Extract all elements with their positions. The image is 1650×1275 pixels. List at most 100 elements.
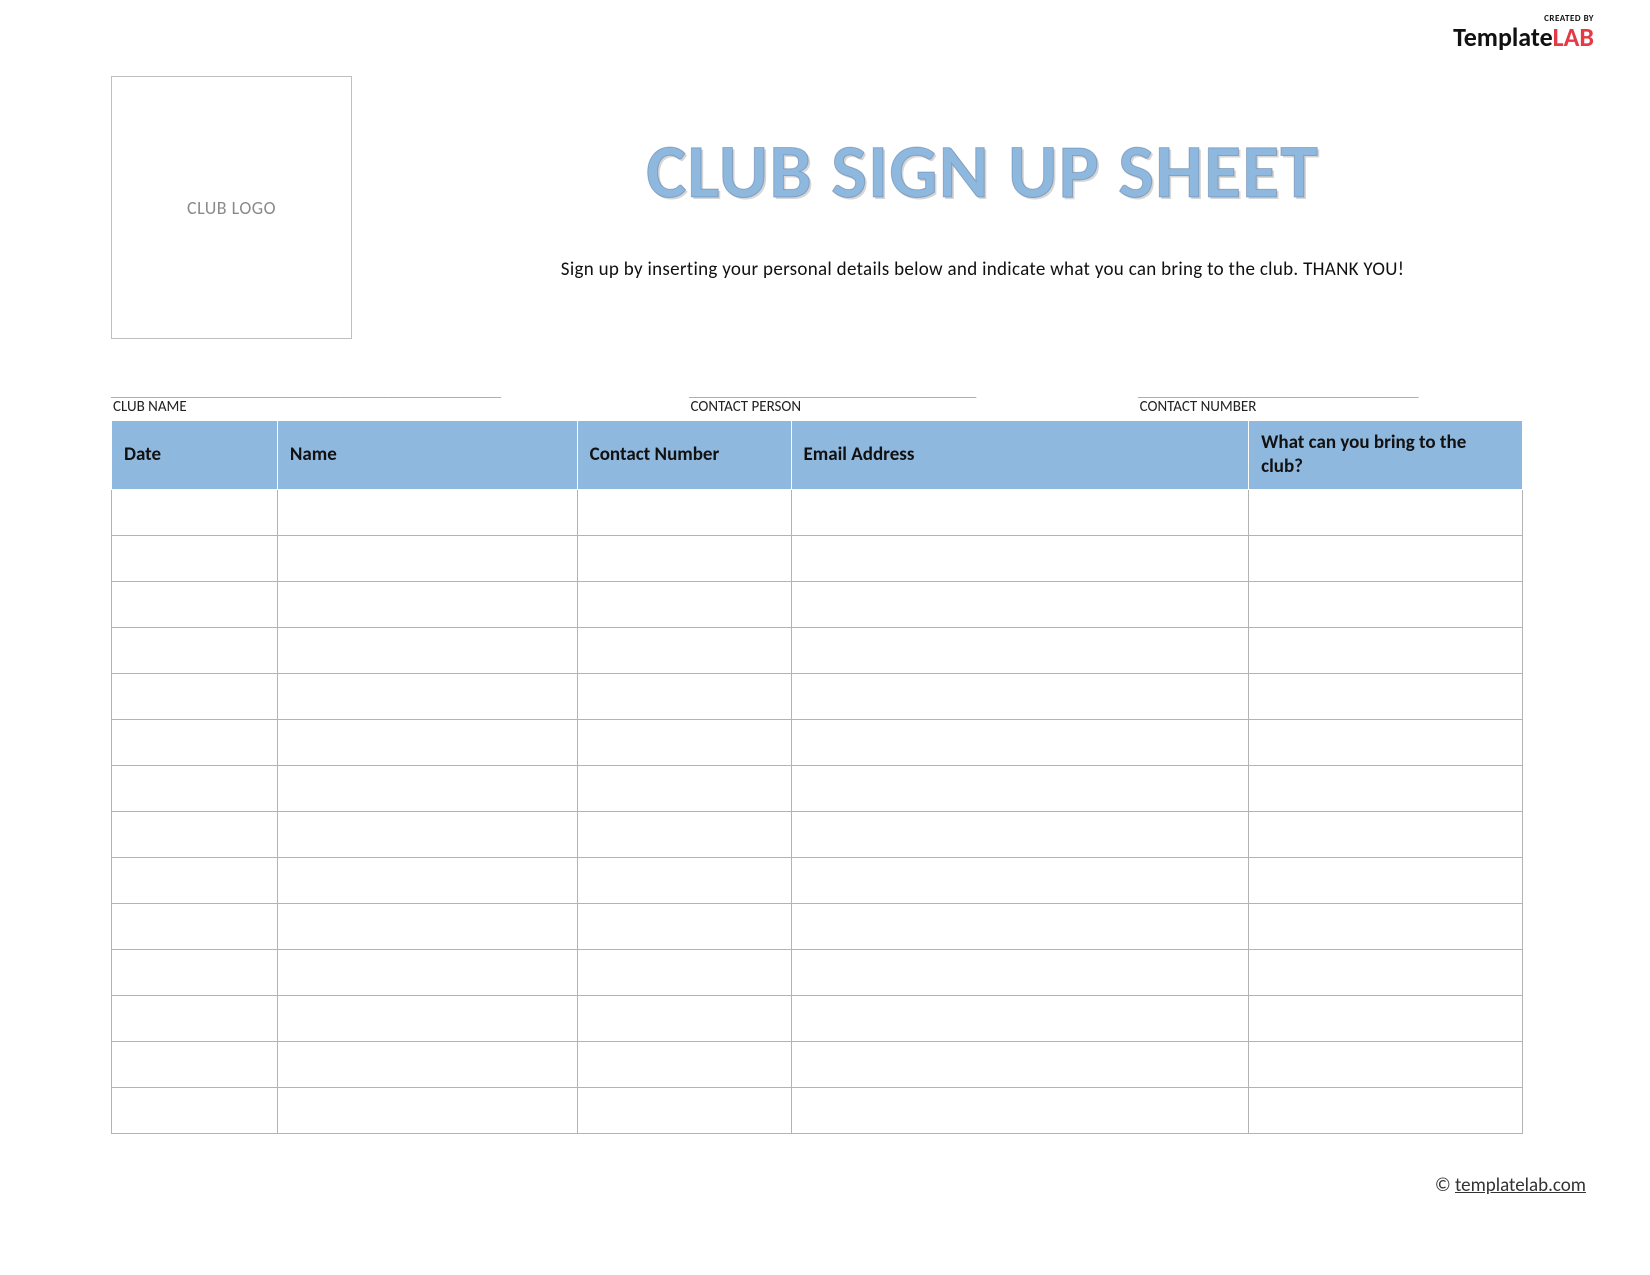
contact-person-label: CONTACT PERSON [689, 398, 1094, 416]
cell-name[interactable] [277, 857, 577, 903]
cell-date[interactable] [112, 995, 278, 1041]
cell-name[interactable] [277, 949, 577, 995]
footer-link[interactable]: templatelab.com [1455, 1174, 1586, 1197]
meta-field-club-name[interactable]: ________________________________________… [111, 385, 645, 416]
cell-email[interactable] [791, 627, 1249, 673]
cell-contact[interactable] [577, 903, 791, 949]
cell-name[interactable] [277, 719, 577, 765]
cell-date[interactable] [112, 857, 278, 903]
cell-contact[interactable] [577, 765, 791, 811]
cell-date[interactable] [112, 1041, 278, 1087]
cell-contact[interactable] [577, 949, 791, 995]
cell-email[interactable] [791, 719, 1249, 765]
cell-bring[interactable] [1249, 1087, 1523, 1133]
cell-date[interactable] [112, 627, 278, 673]
table-row[interactable] [112, 535, 1523, 581]
cell-email[interactable] [791, 903, 1249, 949]
cell-bring[interactable] [1249, 489, 1523, 535]
cell-bring[interactable] [1249, 995, 1523, 1041]
cell-date[interactable] [112, 719, 278, 765]
meta-field-contact-person[interactable]: ________________________________________… [689, 385, 1094, 416]
cell-name[interactable] [277, 903, 577, 949]
cell-bring[interactable] [1249, 627, 1523, 673]
cell-bring[interactable] [1249, 673, 1523, 719]
club-logo-placeholder[interactable]: CLUB LOGO [111, 76, 352, 339]
cell-email[interactable] [791, 581, 1249, 627]
cell-name[interactable] [277, 1041, 577, 1087]
contact-number-label: CONTACT NUMBER [1138, 398, 1523, 416]
table-header-row: Date Name Contact Number Email Address W… [112, 421, 1523, 490]
cell-bring[interactable] [1249, 719, 1523, 765]
table-row[interactable] [112, 673, 1523, 719]
cell-bring[interactable] [1249, 811, 1523, 857]
cell-bring[interactable] [1249, 765, 1523, 811]
brand-name-lab: LAB [1553, 21, 1594, 53]
cell-contact[interactable] [577, 995, 791, 1041]
col-header-contact: Contact Number [577, 421, 791, 490]
cell-contact[interactable] [577, 1087, 791, 1133]
cell-contact[interactable] [577, 719, 791, 765]
cell-bring[interactable] [1249, 1041, 1523, 1087]
table-row[interactable] [112, 1041, 1523, 1087]
table-row[interactable] [112, 489, 1523, 535]
cell-email[interactable] [791, 489, 1249, 535]
table-row[interactable] [112, 995, 1523, 1041]
col-header-email: Email Address [791, 421, 1249, 490]
cell-date[interactable] [112, 811, 278, 857]
table-row[interactable] [112, 627, 1523, 673]
cell-email[interactable] [791, 535, 1249, 581]
cell-date[interactable] [112, 903, 278, 949]
cell-email[interactable] [791, 995, 1249, 1041]
cell-name[interactable] [277, 489, 577, 535]
cell-contact[interactable] [577, 811, 791, 857]
cell-contact[interactable] [577, 673, 791, 719]
table-row[interactable] [112, 1087, 1523, 1133]
cell-date[interactable] [112, 581, 278, 627]
table-row[interactable] [112, 581, 1523, 627]
cell-email[interactable] [791, 1087, 1249, 1133]
cell-name[interactable] [277, 995, 577, 1041]
cell-contact[interactable] [577, 627, 791, 673]
cell-name[interactable] [277, 627, 577, 673]
cell-date[interactable] [112, 489, 278, 535]
title-block: CLUB SIGN UP SHEET Sign up by inserting … [352, 76, 1523, 281]
cell-contact[interactable] [577, 489, 791, 535]
cell-name[interactable] [277, 581, 577, 627]
cell-name[interactable] [277, 765, 577, 811]
cell-name[interactable] [277, 673, 577, 719]
meta-field-contact-number[interactable]: ________________________________________… [1138, 385, 1523, 416]
cell-name[interactable] [277, 811, 577, 857]
cell-bring[interactable] [1249, 949, 1523, 995]
table-row[interactable] [112, 719, 1523, 765]
page-content: CLUB LOGO CLUB SIGN UP SHEET Sign up by … [111, 76, 1523, 1134]
table-row[interactable] [112, 857, 1523, 903]
cell-name[interactable] [277, 535, 577, 581]
cell-bring[interactable] [1249, 581, 1523, 627]
meta-row: ________________________________________… [111, 385, 1523, 416]
header-row: CLUB LOGO CLUB SIGN UP SHEET Sign up by … [111, 76, 1523, 339]
table-row[interactable] [112, 811, 1523, 857]
table-row[interactable] [112, 903, 1523, 949]
cell-date[interactable] [112, 1087, 278, 1133]
cell-date[interactable] [112, 765, 278, 811]
cell-contact[interactable] [577, 581, 791, 627]
table-row[interactable] [112, 765, 1523, 811]
cell-date[interactable] [112, 535, 278, 581]
table-row[interactable] [112, 949, 1523, 995]
cell-email[interactable] [791, 857, 1249, 903]
cell-contact[interactable] [577, 857, 791, 903]
cell-bring[interactable] [1249, 903, 1523, 949]
cell-contact[interactable] [577, 535, 791, 581]
cell-date[interactable] [112, 673, 278, 719]
cell-email[interactable] [791, 1041, 1249, 1087]
cell-email[interactable] [791, 673, 1249, 719]
cell-name[interactable] [277, 1087, 577, 1133]
cell-email[interactable] [791, 811, 1249, 857]
cell-bring[interactable] [1249, 857, 1523, 903]
cell-email[interactable] [791, 765, 1249, 811]
col-header-bring: What can you bring to the club? [1249, 421, 1523, 490]
cell-contact[interactable] [577, 1041, 791, 1087]
cell-date[interactable] [112, 949, 278, 995]
cell-bring[interactable] [1249, 535, 1523, 581]
cell-email[interactable] [791, 949, 1249, 995]
